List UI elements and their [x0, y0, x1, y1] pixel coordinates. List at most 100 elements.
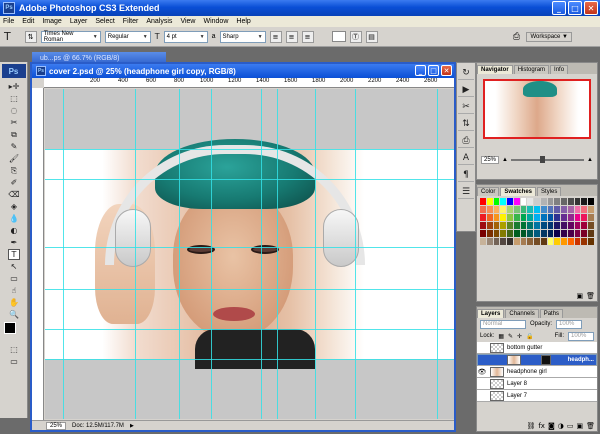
delete-layer-icon[interactable]: 🗑	[586, 422, 595, 430]
bridge-icon[interactable]: ⎙	[510, 31, 522, 43]
color-swatch[interactable]	[554, 214, 561, 221]
opacity-field[interactable]: 100%	[556, 319, 583, 329]
color-swatch[interactable]	[500, 238, 507, 245]
antialias-select[interactable]: Sharp ▼	[219, 30, 266, 43]
clone-stamp-tool-icon[interactable]: ⎘	[8, 165, 20, 176]
screen-mode-icon[interactable]: ▭	[8, 356, 20, 367]
menu-view[interactable]: View	[180, 18, 195, 25]
color-swatch[interactable]	[493, 214, 500, 221]
close-button[interactable]: ✕	[584, 1, 598, 15]
shape-tool-icon[interactable]: ▭	[8, 273, 20, 284]
zoom-in-icon[interactable]: ▲	[587, 157, 593, 163]
color-swatch[interactable]	[581, 206, 588, 213]
type-tool-icon[interactable]: T	[4, 30, 11, 43]
color-swatch[interactable]	[574, 222, 581, 229]
color-swatch[interactable]	[581, 198, 588, 205]
color-swatch[interactable]	[534, 198, 540, 205]
delete-swatch-icon[interactable]: 🗑	[586, 292, 595, 300]
color-swatch[interactable]	[588, 214, 594, 221]
link-layers-icon[interactable]: ⛓	[526, 422, 535, 430]
color-swatch[interactable]	[493, 230, 500, 237]
color-swatch[interactable]	[493, 198, 500, 205]
color-swatch[interactable]	[567, 198, 574, 205]
color-swatch[interactable]	[561, 198, 567, 205]
color-swatch[interactable]	[588, 222, 594, 229]
slice-tool-icon[interactable]: ⧉	[8, 129, 20, 140]
color-swatch[interactable]	[561, 222, 567, 229]
color-swatch[interactable]	[534, 214, 540, 221]
fill-field[interactable]: 100%	[568, 331, 594, 341]
color-swatch[interactable]	[581, 230, 588, 237]
color-swatch[interactable]	[567, 206, 574, 213]
color-swatch[interactable]	[486, 222, 493, 229]
canvas[interactable]	[45, 89, 454, 419]
color-swatch[interactable]	[486, 214, 493, 221]
character-panel-icon[interactable]: A	[458, 151, 474, 165]
tab-histogram[interactable]: Histogram	[513, 65, 550, 74]
layer-row-selected[interactable]: headph...	[477, 354, 597, 366]
horizontal-ruler[interactable]: 200 400 600 800 1000 1200 1400 1600 1800…	[44, 78, 454, 88]
color-swatch[interactable]	[574, 238, 581, 245]
zoom-out-icon[interactable]: ▲	[502, 157, 508, 163]
color-swatch[interactable]	[540, 198, 547, 205]
color-swatch[interactable]	[547, 238, 554, 245]
tab-color[interactable]: Color	[477, 187, 500, 196]
doc-size[interactable]: Doc: 12.5M/117.7M	[72, 423, 124, 429]
color-swatch[interactable]	[534, 238, 540, 245]
color-swatch[interactable]	[527, 238, 534, 245]
new-group-icon[interactable]: ▭	[567, 422, 574, 430]
type-tool-icon[interactable]: T	[8, 249, 20, 260]
font-style-select[interactable]: Regular ▼	[104, 30, 151, 43]
guide-line[interactable]	[179, 89, 180, 419]
color-swatch[interactable]	[520, 206, 527, 213]
lasso-tool-icon[interactable]: ◌	[8, 105, 20, 116]
color-swatch[interactable]	[493, 222, 500, 229]
color-swatch[interactable]	[513, 222, 520, 229]
layer-style-icon[interactable]: fx	[538, 422, 545, 430]
color-swatch[interactable]	[561, 214, 567, 221]
layer-row[interactable]: bottom gutter	[477, 342, 597, 354]
color-swatch[interactable]	[527, 230, 534, 237]
color-swatch[interactable]	[554, 238, 561, 245]
lock-position-icon[interactable]: ✛	[517, 333, 522, 340]
color-swatch[interactable]	[534, 222, 540, 229]
color-swatch[interactable]	[480, 222, 486, 229]
tab-layers[interactable]: Layers	[477, 309, 505, 318]
align-center-icon[interactable]: ≡	[285, 30, 298, 43]
color-swatch[interactable]	[500, 214, 507, 221]
text-orientation-icon[interactable]: ⇅	[24, 30, 37, 43]
font-size-select[interactable]: 4 pt ▼	[163, 30, 208, 43]
color-swatch[interactable]	[574, 206, 581, 213]
color-swatch[interactable]	[486, 238, 493, 245]
guide-line[interactable]	[45, 247, 454, 248]
color-swatch[interactable]	[520, 222, 527, 229]
guide-line[interactable]	[315, 89, 316, 419]
guide-line[interactable]	[355, 89, 356, 419]
color-swatch[interactable]	[500, 206, 507, 213]
font-family-select[interactable]: Times New Roman ▼	[40, 30, 101, 43]
color-swatch[interactable]	[507, 206, 513, 213]
color-swatch[interactable]	[507, 222, 513, 229]
doc-close-button[interactable]: ✕	[441, 65, 452, 76]
color-swatch[interactable]	[507, 198, 513, 205]
guide-line[interactable]	[437, 89, 438, 419]
color-swatch[interactable]	[588, 206, 594, 213]
color-swatch[interactable]	[480, 198, 486, 205]
color-swatch[interactable]	[561, 230, 567, 237]
color-swatches[interactable]	[2, 322, 26, 342]
color-swatch[interactable]	[540, 230, 547, 237]
guide-line[interactable]	[135, 89, 136, 419]
color-swatch[interactable]	[513, 206, 520, 213]
color-swatch[interactable]	[561, 206, 567, 213]
color-swatch[interactable]	[500, 198, 507, 205]
guide-line[interactable]	[261, 89, 262, 419]
color-swatch[interactable]	[540, 214, 547, 221]
pen-tool-icon[interactable]: ✒	[8, 237, 20, 248]
menu-file[interactable]: File	[3, 18, 14, 25]
color-swatch[interactable]	[493, 206, 500, 213]
color-swatch[interactable]	[581, 222, 588, 229]
color-swatch[interactable]	[547, 206, 554, 213]
navigator-thumbnail[interactable]	[483, 79, 591, 139]
guide-line[interactable]	[277, 89, 278, 419]
guide-line[interactable]	[211, 89, 212, 419]
